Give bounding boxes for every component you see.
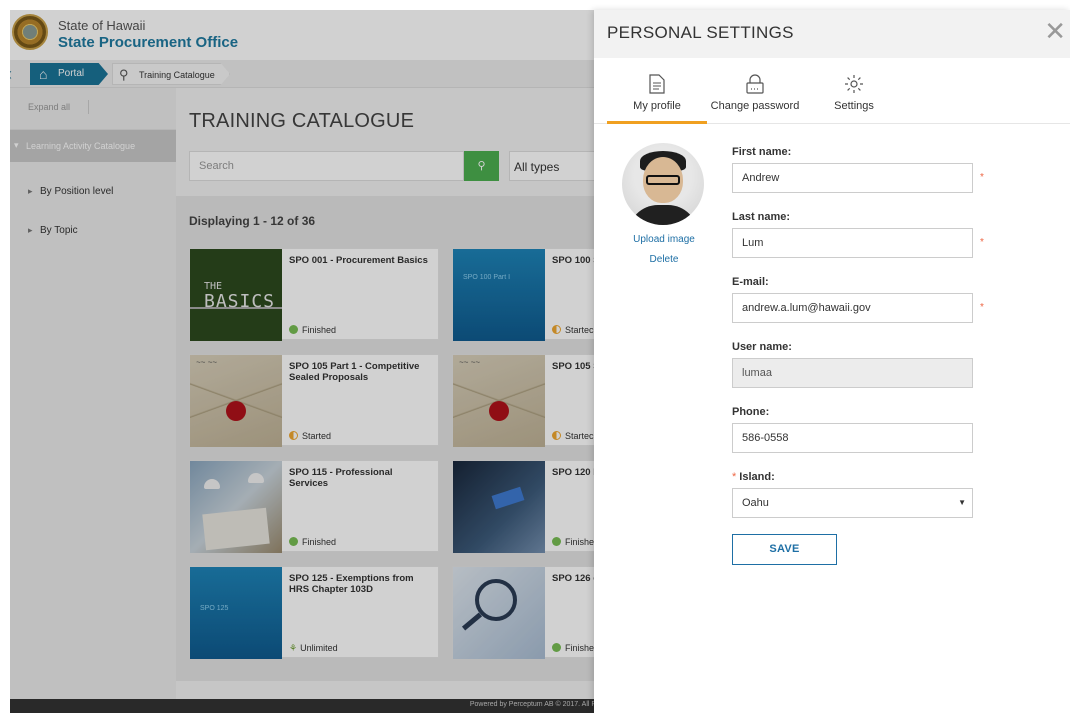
island-label-text: Island: bbox=[739, 471, 775, 483]
save-button[interactable]: SAVE bbox=[732, 534, 837, 565]
username-field: lumaa bbox=[732, 358, 973, 388]
gear-icon bbox=[819, 74, 889, 96]
panel-title: PERSONAL SETTINGS bbox=[607, 23, 794, 42]
required-mark: * bbox=[980, 302, 984, 313]
chevron-down-icon: ▼ bbox=[958, 498, 966, 507]
last-name-label: Last name: bbox=[732, 211, 791, 223]
island-select-value: Oahu bbox=[742, 497, 769, 509]
avatar-glasses bbox=[646, 175, 680, 185]
phone-field[interactable]: 586-0558 bbox=[732, 423, 973, 453]
last-name-field[interactable]: Lum bbox=[732, 228, 973, 258]
island-select[interactable]: Oahu ▼ bbox=[732, 488, 973, 518]
island-label: * Island: bbox=[732, 471, 775, 483]
phone-label: Phone: bbox=[732, 406, 770, 418]
first-name-label: First name: bbox=[732, 146, 792, 158]
username-label: User name: bbox=[732, 341, 792, 353]
avatar bbox=[622, 143, 704, 225]
delete-image-link[interactable]: Delete bbox=[624, 254, 704, 265]
tab-label: Change password bbox=[710, 100, 800, 112]
modal-overlay[interactable] bbox=[10, 10, 594, 713]
tab-label: Settings bbox=[834, 100, 874, 112]
required-mark: * bbox=[732, 471, 737, 483]
tab-my-profile[interactable]: My profile bbox=[607, 58, 707, 124]
email-field[interactable]: andrew.a.lum@hawaii.gov bbox=[732, 293, 973, 323]
required-mark: * bbox=[980, 172, 984, 183]
tab-change-password[interactable]: Change password bbox=[707, 58, 803, 124]
personal-settings-panel: PERSONAL SETTINGS ✕ My profile Change pa… bbox=[594, 10, 1070, 713]
close-icon[interactable]: ✕ bbox=[1044, 18, 1066, 44]
panel-header: PERSONAL SETTINGS ✕ bbox=[594, 10, 1070, 58]
lock-icon bbox=[707, 74, 803, 96]
first-name-field[interactable]: Andrew bbox=[732, 163, 973, 193]
upload-image-link[interactable]: Upload image bbox=[624, 234, 704, 245]
avatar-body bbox=[628, 205, 698, 225]
tab-label: My profile bbox=[633, 100, 681, 112]
required-mark: * bbox=[980, 237, 984, 248]
email-label: E-mail: bbox=[732, 276, 769, 288]
tab-settings[interactable]: Settings bbox=[819, 58, 889, 124]
document-icon bbox=[607, 74, 707, 96]
settings-tabs: My profile Change password Settings bbox=[594, 58, 1070, 124]
